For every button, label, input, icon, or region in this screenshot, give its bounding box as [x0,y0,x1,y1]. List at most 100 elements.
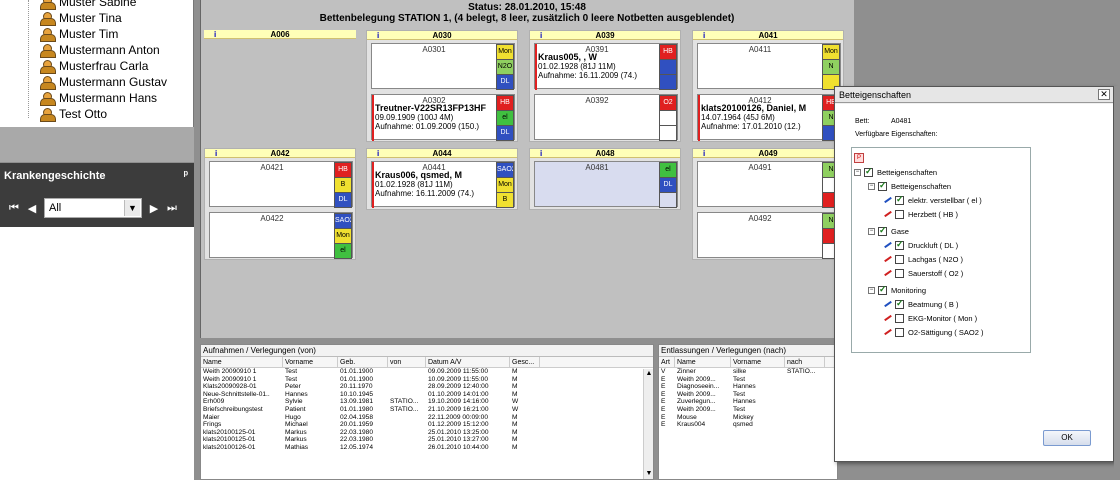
table-row[interactable]: E Mouse Mickey [659,414,837,422]
info-icon[interactable]: i [377,31,379,40]
bed-slot[interactable]: A0391 Kraus005, , W 01.02.1928 (81J 11M) Au… [534,43,678,90]
tree-item-patient[interactable]: Muster Sabine [40,0,136,10]
column-header[interactable]: Vorname [283,357,338,367]
expand-icon[interactable]: − [868,227,875,235]
room-header[interactable]: i A041 [693,31,843,40]
filter-select[interactable]: All ▼ [44,198,142,218]
tree-node[interactable]: Sauerstoff ( O2 ) [884,267,963,279]
room-header[interactable]: i A048 [530,149,680,158]
checkbox[interactable] [895,209,904,219]
last-icon[interactable]: ⏭ [166,202,178,215]
room-header[interactable]: i A044 [367,149,517,158]
checkbox[interactable] [895,254,904,264]
first-icon[interactable]: ⏮ [8,202,20,215]
room-header[interactable]: i A039 [530,31,680,40]
table-row[interactable]: E Weith 2009... Test [659,391,837,399]
tree-item-patient[interactable]: Mustermann Hans [40,90,157,106]
bed-slot[interactable]: A0491 N [697,161,841,208]
tree-item-patient[interactable]: Musterfrau Carla [40,58,148,74]
dialog-titlebar[interactable]: Betteigenschaften ✕ [835,87,1113,103]
column-header[interactable]: Name [201,357,283,367]
tree-item-patient[interactable]: Test Otto [40,106,107,122]
table-row[interactable]: Maier Hugo 02.04.1958 22.11.2009 00:09:00 M [201,414,653,422]
info-icon[interactable]: i [703,31,705,40]
tree-node[interactable]: − Betteigenschaften [868,180,951,192]
expand-icon[interactable]: − [868,286,875,294]
properties-tree[interactable]: P−Betteigenschaften−Betteigenschaftenele… [851,147,1031,353]
scroll-up-icon[interactable]: ▲ [644,369,654,379]
column-header[interactable]: Vorname [731,357,785,367]
patient-tree[interactable]: Muster Sabine Muster Tina Muster Tim Muster… [0,0,194,127]
next-icon[interactable]: ▶ [148,202,160,215]
bed-slot[interactable]: A0421 HB B DL [209,161,353,208]
bed-slot[interactable]: A0302 Treutner-V22SR13FP13HF 09.09.1909 (1… [371,94,515,141]
bed-slot[interactable]: A0441 Kraus006, qsmed, M 01.02.1928 (81J 1… [371,161,515,208]
room-header[interactable]: i A042 [205,149,355,158]
tree-node[interactable]: EKG-Monitor ( Mon ) [884,312,977,324]
checkbox[interactable] [895,327,904,337]
tree-node[interactable]: Herzbett ( HB ) [884,208,958,220]
table-row[interactable]: E Zuverlegun... Hannes [659,398,837,406]
column-header[interactable]: von [388,357,426,367]
table-row[interactable]: Weith 20090910 1 Test 01.01.1900 10.09.2009… [201,376,653,384]
bed-slot[interactable]: A0411 Mon N [697,43,841,90]
tree-node[interactable]: − Betteigenschaften [854,166,937,178]
room-header[interactable]: i A049 [693,149,843,158]
bed-slot[interactable]: A0492 N [697,212,841,259]
room-header[interactable]: i A006 [204,30,356,39]
table-row[interactable]: E Weith 2009... Test [659,376,837,384]
checkbox[interactable] [864,166,873,177]
tree-node[interactable]: − Monitoring [868,284,926,296]
info-icon[interactable]: i [540,31,542,40]
column-header[interactable]: nach [785,357,825,367]
checkbox[interactable] [895,313,904,323]
checkbox[interactable] [895,268,904,278]
tree-item-patient[interactable]: Muster Tina [40,10,122,26]
column-header[interactable]: Name [675,357,731,367]
table-row[interactable]: Weith 20090910 1 Test 01.01.1900 09.09.2009… [201,368,653,376]
table-row[interactable]: Neue-Schnittstelle-01.. Hannes 10.10.1945 0… [201,391,653,399]
checkbox[interactable] [878,225,887,236]
tree-item-patient[interactable]: Mustermann Gustav [40,74,167,90]
info-icon[interactable]: i [703,149,705,158]
tree-item-patient[interactable]: Muster Tim [40,26,118,42]
table-row[interactable]: Frings Michael 20.01.1959 01.12.2009 15:12:… [201,421,653,429]
discharges-list[interactable]: Entlassungen / Verlegungen (nach) Art Nam… [658,344,838,480]
tree-node[interactable]: − Gase [868,225,909,237]
table-row[interactable]: Briefschreibungstest Patient 01.01.1980 STA… [201,406,653,414]
expand-icon[interactable]: − [868,182,875,190]
checkbox[interactable] [895,298,904,309]
table-row[interactable]: klats20100125-01 Markus 22.03.1980 25.01.20… [201,436,653,444]
column-header[interactable]: Datum A/V [426,357,510,367]
column-header[interactable]: Geb. [338,357,388,367]
scroll-down-icon[interactable]: ▼ [644,469,654,479]
table-row[interactable]: V Zinner silke STATIO... [659,368,837,376]
checkbox[interactable] [878,180,887,191]
chevron-down-icon[interactable]: ▼ [124,200,140,216]
bed-slot[interactable]: A0422 SAO2 Mon el [209,212,353,259]
column-header[interactable]: Gesc... [510,357,540,367]
tree-node[interactable]: elektr. verstellbar ( el ) [884,194,982,206]
info-icon[interactable]: i [540,149,542,158]
checkbox[interactable] [878,284,887,295]
admissions-list[interactable]: Aufnahmen / Verlegungen (von) Name Vornam… [200,344,654,480]
table-row[interactable]: klats20100126-01 Mathias 12.05.1974 26.01.2… [201,444,653,452]
admissions-scrollbar[interactable]: ▲ ▼ [643,369,653,479]
table-row[interactable]: Erh009 Sylvie 13.09.1981 STATIO... 19.10.200… [201,398,653,406]
table-row[interactable]: E Weith 2009... Test [659,406,837,414]
tree-node[interactable]: Beatmung ( B ) [884,298,958,310]
info-icon[interactable]: i [377,149,379,158]
checkbox[interactable] [895,239,904,250]
bed-slot[interactable]: A0412 klats20100126, Daniel, M 14.07.1964 … [697,94,841,141]
tree-item-patient[interactable]: Mustermann Anton [40,42,160,58]
tree-node[interactable]: Lachgas ( N2O ) [884,253,963,265]
bed-slot[interactable]: A0392 O2 [534,94,678,141]
pin-icon[interactable]: ᵖ [184,169,188,181]
table-row[interactable]: Klats20090928-01 Peter 20.11.1970 28.09.200… [201,383,653,391]
column-header[interactable]: Art [659,357,675,367]
tree-node[interactable]: O2-Sättigung ( SAO2 ) [884,326,983,338]
table-row[interactable]: E Diagnoseein... Hannes [659,383,837,391]
info-icon[interactable]: i [215,149,217,158]
table-row[interactable]: klats20100125-01 Markus 22.03.1980 25.01.20… [201,429,653,437]
close-icon[interactable]: ✕ [1098,89,1110,100]
